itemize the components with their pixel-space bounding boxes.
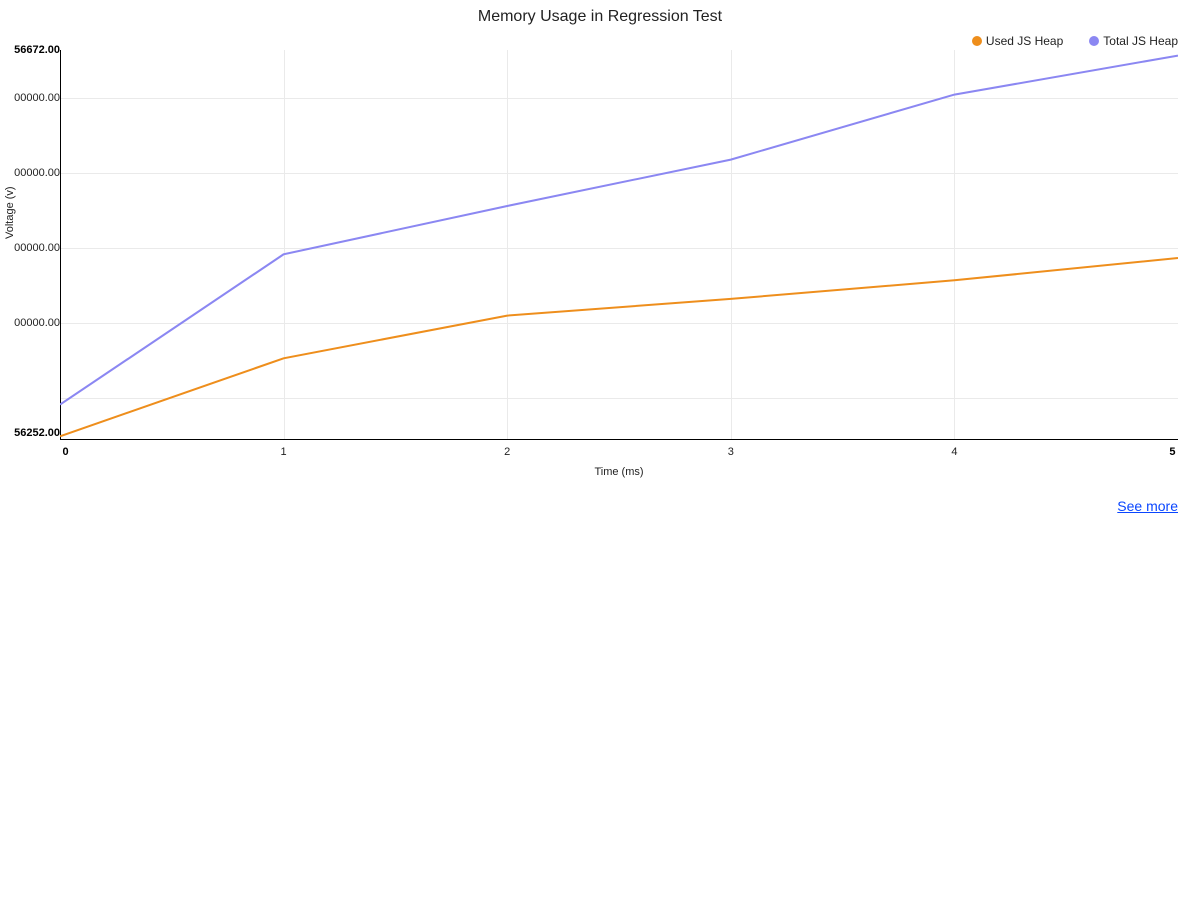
legend-dot-purple-icon: [1089, 36, 1099, 46]
chart-plot-area: 56672.00 00000.00 00000.00 00000.00 0000…: [60, 50, 1178, 440]
ytick-i3: 00000.00: [5, 167, 60, 179]
xtick-4: 4: [951, 446, 957, 458]
xtick-1: 1: [281, 446, 287, 458]
xtick-0: 0: [63, 446, 69, 458]
ytick-bottom: 56252.00: [5, 427, 60, 439]
x-axis-label: Time (ms): [594, 466, 643, 478]
ytick-top: 56672.00: [5, 44, 60, 56]
legend-label-used: Used JS Heap: [986, 34, 1063, 48]
series-used-line: [60, 258, 1178, 436]
xtick-5: 5: [1169, 446, 1175, 458]
legend: Used JS Heap Total JS Heap: [0, 34, 1178, 48]
ytick-i2: 00000.00: [5, 242, 60, 254]
legend-item-total: Total JS Heap: [1089, 34, 1178, 48]
plot-grid: 56672.00 00000.00 00000.00 00000.00 0000…: [60, 50, 1178, 440]
legend-item-used: Used JS Heap: [972, 34, 1063, 48]
ytick-i4: 00000.00: [5, 92, 60, 104]
xtick-3: 3: [728, 446, 734, 458]
chart-title: Memory Usage in Regression Test: [0, 0, 1200, 26]
see-more-link[interactable]: See more: [1117, 498, 1178, 514]
legend-dot-orange-icon: [972, 36, 982, 46]
xtick-2: 2: [504, 446, 510, 458]
ytick-i1: 00000.00: [5, 317, 60, 329]
y-axis-label: Voltage (v): [4, 186, 16, 239]
series-total-line: [60, 56, 1178, 405]
chart-svg: [60, 50, 1178, 440]
legend-label-total: Total JS Heap: [1103, 34, 1178, 48]
